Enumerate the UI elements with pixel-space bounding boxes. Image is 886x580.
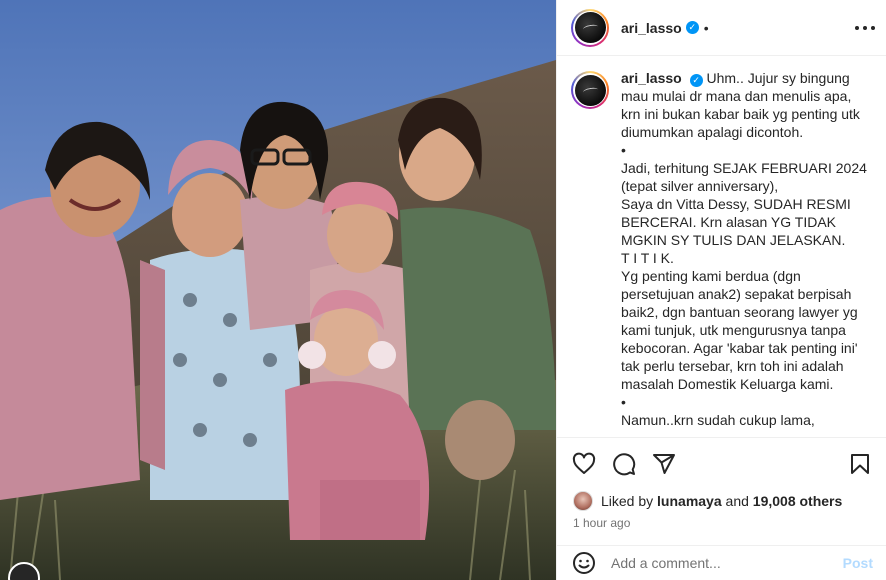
caption-text: ari_lasso ✓ Uhm.. Jujur sy bingung mau m… [621,69,871,429]
separator-dot: • [703,19,709,36]
action-bar [557,437,886,489]
caption-line: Yg penting kami berdua (dgn persetujuan … [621,268,858,392]
caption-line: Jadi, terhitung SEJAK FEBRUARI 2024 (tep… [621,160,867,194]
likes-and: and [725,493,749,509]
caption-username[interactable]: ari_lasso [621,70,682,86]
verified-badge-icon: ✓ [689,74,703,87]
author-username[interactable]: ari_lasso [621,20,682,36]
post-side-panel: ari_lasso ✓ • ari_lasso ✓ Uhm.. Jujur sy… [556,0,886,580]
comment-bar: Post [557,545,886,580]
comment-icon[interactable] [611,451,637,477]
share-icon[interactable] [651,451,677,477]
avatar-image [574,12,606,43]
more-options-icon[interactable] [855,18,875,38]
liker-username[interactable]: lunamaya [657,493,722,509]
likes-prefix: Liked by [601,493,654,509]
caption-line: Namun..krn sudah cukup lama, [621,412,815,428]
caption-bullet: • [621,142,626,158]
likes-summary: Liked by lunamaya and 19,008 others [573,491,842,511]
caption-line: Saya dn Vitta Dessy, SUDAH RESMI BERCERA… [621,196,851,248]
post-header: ari_lasso ✓ • [557,0,886,56]
caption-line-1: ari_lasso ✓ Uhm.. Jujur sy bingung mau m… [621,69,871,141]
heart-icon[interactable] [571,451,597,477]
likes-count[interactable]: 19,008 others [753,493,843,509]
post-timestamp[interactable]: 1 hour ago [573,516,630,530]
comment-input[interactable] [611,555,831,571]
caption-bullet: • [621,394,626,410]
author-avatar[interactable] [571,8,609,47]
bookmark-icon[interactable] [847,451,873,477]
caption-scroll-area[interactable]: ari_lasso ✓ Uhm.. Jujur sy bingung mau m… [557,57,886,437]
post-comment-button[interactable]: Post [843,555,873,571]
caption-row: ari_lasso ✓ Uhm.. Jujur sy bingung mau m… [571,69,873,429]
liker-avatar[interactable] [573,491,593,511]
family-photo [0,0,556,580]
verified-badge-icon: ✓ [685,21,699,34]
post-photo[interactable] [0,0,556,580]
caption-avatar[interactable] [571,71,609,109]
emoji-icon[interactable] [571,550,597,576]
caption-line: T I T I K. [621,250,674,266]
